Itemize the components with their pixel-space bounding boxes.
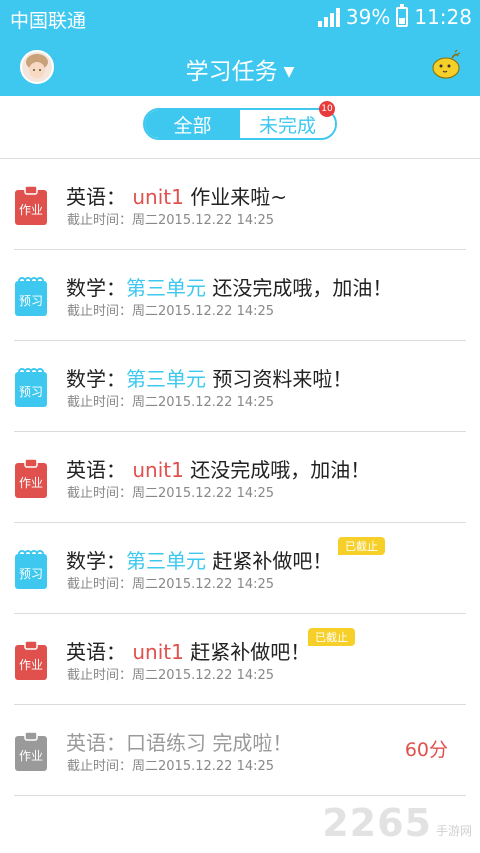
signal-icon — [317, 7, 340, 27]
task-row[interactable]: 作业 英语： unit1 作业来啦~ 截止时间：周二2015.12.22 14:… — [14, 159, 466, 250]
task-deadline: 截止时间：周二2015.12.22 14:25 — [67, 759, 275, 774]
filter-all-tab[interactable]: 全部 — [145, 110, 240, 138]
task-title: 数学：第三单元 还没完成哦，加油！ — [66, 272, 392, 301]
task-message: 赶紧补做吧！ — [212, 549, 333, 573]
task-title: 英语： unit1 赶紧补做吧！ 已截止 — [66, 628, 355, 665]
icon-label: 预习 — [19, 385, 43, 399]
icon-label: 预习 — [19, 567, 43, 581]
carrier-name: 中国联通 — [10, 10, 87, 32]
task-message: 作业来啦~ — [190, 185, 287, 209]
task-row[interactable]: 预习 数学：第三单元 赶紧补做吧！ 已截止 截止时间：周二2015.12.22 … — [14, 523, 466, 614]
filter-toggle: 全部 未完成 — [143, 108, 337, 140]
task-deadline: 截止时间：周二2015.12.22 14:25 — [67, 577, 275, 592]
expired-tag: 已截止 — [338, 537, 385, 555]
page-title-dropdown[interactable]: 学习任务 ▼ — [0, 52, 480, 86]
task-title: 数学：第三单元 赶紧补做吧！ 已截止 — [66, 537, 385, 574]
watermark-number: 2265 — [322, 801, 432, 845]
task-message: 预习资料来啦！ — [212, 367, 353, 391]
task-deadline: 截止时间：周二2015.12.22 14:25 — [67, 213, 275, 228]
icon-label: 作业 — [19, 749, 43, 763]
task-topic: 第三单元 — [126, 276, 206, 300]
icon-label: 作业 — [19, 658, 43, 672]
expired-tag: 已截止 — [308, 628, 355, 646]
task-list: 作业 英语： unit1 作业来啦~ 截止时间：周二2015.12.22 14:… — [0, 159, 480, 796]
task-title: 英语： unit1 还没完成哦，加油！ — [66, 454, 370, 483]
icon-label: 作业 — [19, 203, 43, 217]
preview-icon: 预习 — [14, 275, 48, 317]
preview-icon: 预习 — [14, 366, 48, 408]
task-topic: unit1 — [132, 185, 184, 209]
task-message: 完成啦！ — [212, 731, 293, 755]
homework-done-icon: 作业 — [14, 730, 48, 772]
task-title: 英语：口语练习 完成啦！ — [66, 727, 292, 756]
watermark: 2265 手游网 — [322, 801, 472, 845]
task-deadline: 截止时间：周二2015.12.22 14:25 — [67, 395, 275, 410]
task-subject: 英语： — [66, 640, 126, 664]
battery-percent: 39% — [345, 5, 391, 29]
task-topic: 口语练习 — [126, 731, 206, 755]
undone-count-badge: 10 — [319, 101, 335, 117]
task-subject: 英语： — [66, 458, 126, 482]
watermark-text: 手游网 — [435, 824, 472, 838]
task-deadline: 截止时间：周二2015.12.22 14:25 — [67, 668, 275, 683]
task-row[interactable]: 作业 英语： unit1 赶紧补做吧！ 已截止 截止时间：周二2015.12.2… — [14, 614, 466, 705]
task-row[interactable]: 作业 英语： unit1 还没完成哦，加油！ 截止时间：周二2015.12.22… — [14, 432, 466, 523]
task-subject: 数学： — [66, 549, 126, 573]
status-right: 39% 11:28 — [317, 4, 472, 29]
icon-label: 预习 — [19, 294, 43, 308]
task-topic: 第三单元 — [126, 549, 206, 573]
task-row[interactable]: 预习 数学：第三单元 预习资料来啦！ 截止时间：周二2015.12.22 14:… — [14, 341, 466, 432]
preview-icon: 预习 — [14, 548, 48, 590]
task-row[interactable]: 预习 数学：第三单元 还没完成哦，加油！ 截止时间：周二2015.12.22 1… — [14, 250, 466, 341]
homework-icon: 作业 — [14, 639, 48, 681]
task-deadline: 截止时间：周二2015.12.22 14:25 — [67, 486, 275, 501]
task-score: 60分 — [404, 739, 448, 761]
task-deadline: 截止时间：周二2015.12.22 14:25 — [67, 304, 275, 319]
task-message: 还没完成哦，加油！ — [212, 276, 393, 300]
clock: 11:28 — [414, 5, 472, 29]
task-message: 还没完成哦，加油！ — [190, 458, 371, 482]
task-topic: unit1 — [132, 458, 184, 482]
task-topic: unit1 — [132, 640, 184, 664]
caret-down-icon: ▼ — [283, 64, 295, 80]
task-subject: 数学： — [66, 276, 126, 300]
battery-icon — [396, 4, 409, 27]
task-subject: 数学： — [66, 367, 126, 391]
page-title: 学习任务 — [185, 59, 278, 85]
homework-icon: 作业 — [14, 457, 48, 499]
status-bar: 中国联通 39% 11:28 — [0, 0, 480, 34]
chick-mascot-icon[interactable] — [430, 48, 462, 80]
task-row[interactable]: 作业 英语：口语练习 完成啦！ 截止时间：周二2015.12.22 14:25 … — [14, 705, 466, 796]
top-bar: 中国联通 39% 11:28 学习任务 ▼ — [0, 0, 480, 96]
task-subject: 英语： — [66, 731, 126, 755]
task-message: 赶紧补做吧！ — [190, 640, 311, 664]
task-title: 数学：第三单元 预习资料来啦！ — [66, 363, 352, 392]
task-topic: 第三单元 — [126, 367, 206, 391]
icon-label: 作业 — [19, 476, 43, 490]
task-title: 英语： unit1 作业来啦~ — [66, 181, 287, 210]
homework-icon: 作业 — [14, 184, 48, 226]
task-subject: 英语： — [66, 185, 126, 209]
